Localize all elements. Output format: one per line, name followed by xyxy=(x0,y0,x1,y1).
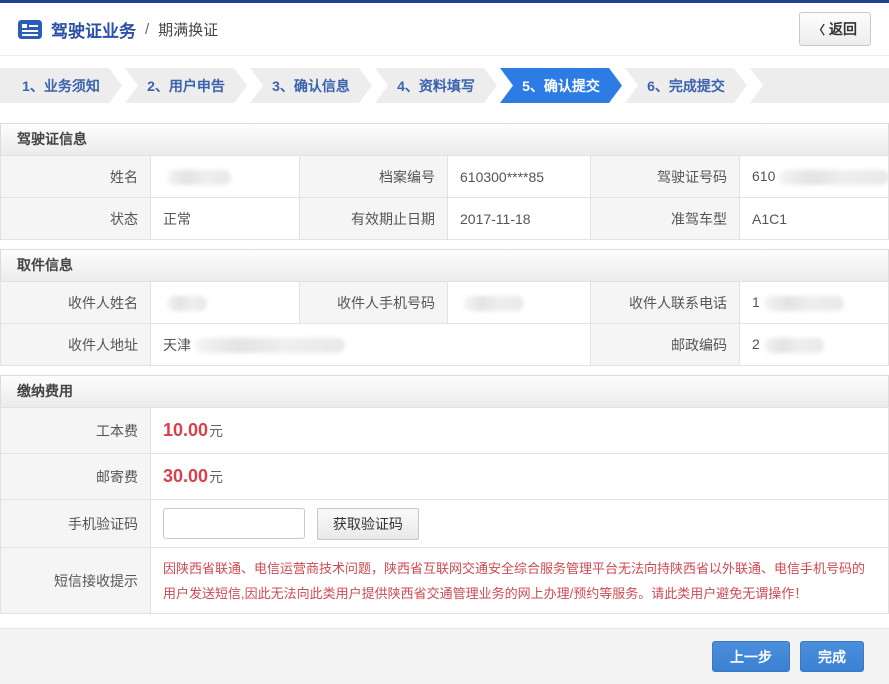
file-number-label: 档案编号 xyxy=(300,156,448,198)
recipient-phone-value: 1 xyxy=(740,282,889,324)
table-row: 手机验证码 获取验证码 xyxy=(1,500,889,548)
zip-code-label: 邮政编码 xyxy=(591,324,740,366)
license-info-section: 驾驶证信息 姓名 档案编号 610300****85 驾驶证号码 610 状态 … xyxy=(0,123,889,240)
redacted-recipient-phone xyxy=(764,296,844,311)
status-value: 正常 xyxy=(151,198,300,240)
step-bar-filler xyxy=(750,68,889,103)
table-row: 邮寄费 30.00元 xyxy=(1,454,889,500)
sms-notice-label: 短信接收提示 xyxy=(1,548,151,614)
breadcrumb: 驾驶证业务 / 期满换证 xyxy=(18,17,218,42)
recipient-phone-prefix: 1 xyxy=(752,294,760,310)
vehicle-class-value: A1C1 xyxy=(740,198,889,240)
redacted-recipient-address xyxy=(195,338,345,353)
recipient-address-label: 收件人地址 xyxy=(1,324,151,366)
recipient-mobile-value xyxy=(448,282,591,324)
footer-action-bar: 上一步 完成 xyxy=(0,628,889,684)
table-row: 状态 正常 有效期止日期 2017-11-18 准驾车型 A1C1 xyxy=(1,198,889,240)
sms-notice-cell: 因陕西省联通、电信运营商技术问题，陕西省互联网交通安全综合服务管理平台无法向持陕… xyxy=(151,548,889,614)
redacted-recipient-mobile xyxy=(464,296,524,311)
postage-fee-label: 邮寄费 xyxy=(1,454,151,500)
zip-code-value: 2 xyxy=(740,324,889,366)
license-number-value: 610 xyxy=(740,156,889,198)
recipient-phone-label: 收件人联系电话 xyxy=(591,282,740,324)
license-number-prefix: 610 xyxy=(752,168,775,184)
breadcrumb-divider: / xyxy=(145,21,149,38)
expiry-date-label: 有效期止日期 xyxy=(300,198,448,240)
sms-notice-text: 因陕西省联通、电信运营商技术问题，陕西省互联网交通安全综合服务管理平台无法向持陕… xyxy=(163,550,876,612)
file-number-value: 610300****85 xyxy=(448,156,591,198)
recipient-name-value xyxy=(151,282,300,324)
recipient-mobile-label: 收件人手机号码 xyxy=(300,282,448,324)
page-header: 驾驶证业务 / 期满换证 〈 返回 xyxy=(0,3,889,56)
back-button[interactable]: 〈 返回 xyxy=(799,12,871,46)
pickup-section-title: 取件信息 xyxy=(0,249,889,281)
page-title: 驾驶证业务 xyxy=(51,17,136,42)
license-info-table: 姓名 档案编号 610300****85 驾驶证号码 610 状态 正常 有效期… xyxy=(0,155,889,240)
back-chevron-icon: 〈 xyxy=(813,21,825,38)
production-fee-value: 10.00元 xyxy=(151,408,889,454)
recipient-address-value: 天津 xyxy=(151,324,591,366)
sms-code-input[interactable] xyxy=(163,508,305,539)
redacted-license-number xyxy=(779,170,888,185)
sms-code-cell: 获取验证码 xyxy=(151,500,889,548)
production-fee-unit: 元 xyxy=(209,423,223,439)
step-1-business-notice[interactable]: 1、业务须知 xyxy=(0,68,122,103)
fees-table: 工本费 10.00元 邮寄费 30.00元 手机验证码 获取验证码 短信接收提示… xyxy=(0,407,889,614)
expiry-date-value: 2017-11-18 xyxy=(448,198,591,240)
name-label: 姓名 xyxy=(1,156,151,198)
table-row: 收件人姓名 收件人手机号码 收件人联系电话 1 xyxy=(1,282,889,324)
table-row: 工本费 10.00元 xyxy=(1,408,889,454)
license-section-title: 驾驶证信息 xyxy=(0,123,889,155)
previous-step-button[interactable]: 上一步 xyxy=(712,641,790,672)
pickup-info-table: 收件人姓名 收件人手机号码 收件人联系电话 1 收件人地址 天津 邮政编码 2 xyxy=(0,281,889,366)
finish-button[interactable]: 完成 xyxy=(800,641,864,672)
recipient-name-label: 收件人姓名 xyxy=(1,282,151,324)
postage-fee-value: 30.00元 xyxy=(151,454,889,500)
step-6-complete-submit[interactable]: 6、完成提交 xyxy=(625,68,747,103)
get-sms-code-button[interactable]: 获取验证码 xyxy=(317,508,419,540)
step-5-confirm-submit[interactable]: 5、确认提交 xyxy=(500,68,622,103)
postage-fee-unit: 元 xyxy=(209,469,223,485)
wizard-steps: 1、业务须知 2、用户申告 3、确认信息 4、资料填写 5、确认提交 6、完成提… xyxy=(0,68,889,103)
postage-fee-amount: 30.00 xyxy=(163,466,208,486)
step-3-confirm-info[interactable]: 3、确认信息 xyxy=(250,68,372,103)
vehicle-class-label: 准驾车型 xyxy=(591,198,740,240)
step-2-user-declaration[interactable]: 2、用户申告 xyxy=(125,68,247,103)
table-row: 收件人地址 天津 邮政编码 2 xyxy=(1,324,889,366)
recipient-address-prefix: 天津 xyxy=(163,337,191,353)
pickup-info-section: 取件信息 收件人姓名 收件人手机号码 收件人联系电话 1 收件人地址 天津 邮政… xyxy=(0,249,889,366)
status-label: 状态 xyxy=(1,198,151,240)
redacted-zip-code xyxy=(764,338,824,353)
name-value xyxy=(151,156,300,198)
production-fee-amount: 10.00 xyxy=(163,420,208,440)
table-row: 短信接收提示 因陕西省联通、电信运营商技术问题，陕西省互联网交通安全综合服务管理… xyxy=(1,548,889,614)
redacted-recipient-name xyxy=(167,296,207,311)
fees-section: 缴纳费用 工本费 10.00元 邮寄费 30.00元 手机验证码 获取验证码 短… xyxy=(0,375,889,614)
license-number-label: 驾驶证号码 xyxy=(591,156,740,198)
page-subtitle: 期满换证 xyxy=(158,19,218,40)
fees-section-title: 缴纳费用 xyxy=(0,375,889,407)
table-row: 姓名 档案编号 610300****85 驾驶证号码 610 xyxy=(1,156,889,198)
production-fee-label: 工本费 xyxy=(1,408,151,454)
back-button-label: 返回 xyxy=(829,19,857,39)
step-4-fill-data[interactable]: 4、资料填写 xyxy=(375,68,497,103)
form-list-icon xyxy=(18,20,42,39)
redacted-name xyxy=(167,170,231,185)
zip-code-prefix: 2 xyxy=(752,336,760,352)
sms-code-label: 手机验证码 xyxy=(1,500,151,548)
